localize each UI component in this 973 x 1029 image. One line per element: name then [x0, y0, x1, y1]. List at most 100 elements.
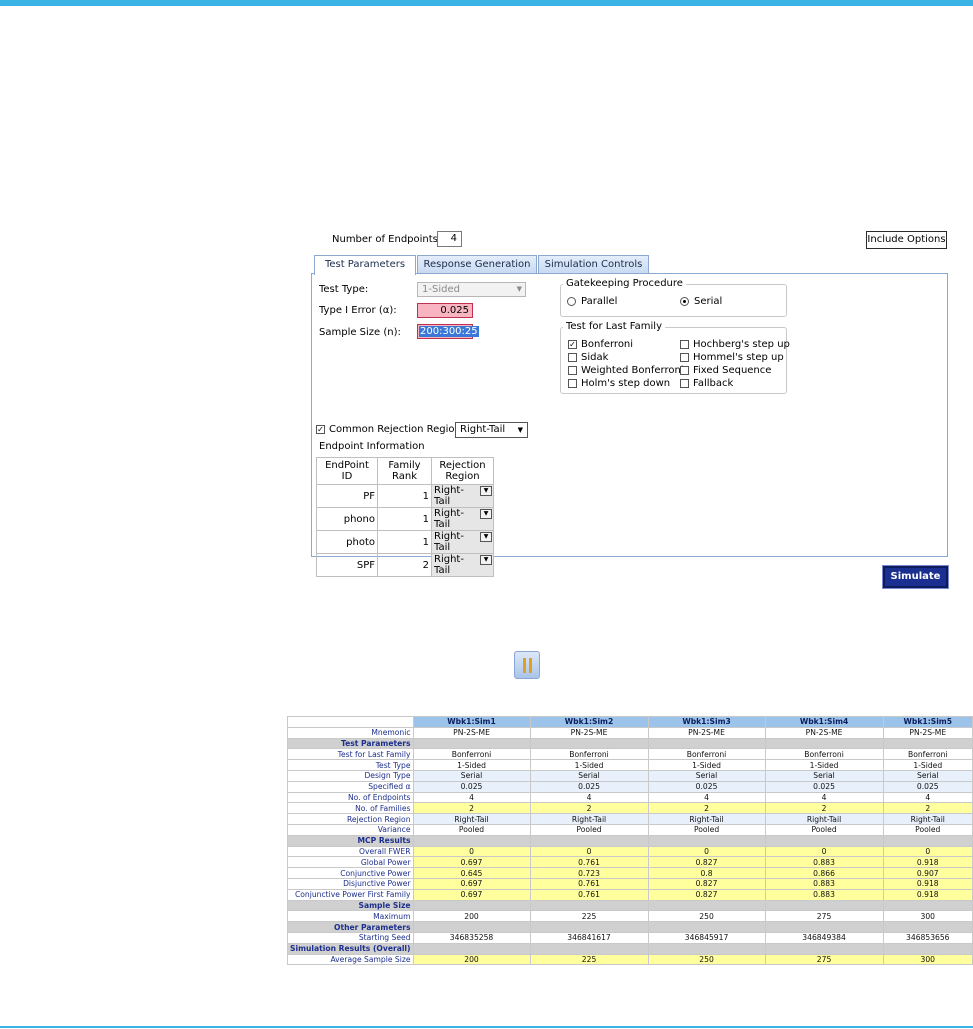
result-cell[interactable]: 0	[529, 845, 649, 858]
chevron-down-icon[interactable]: ▼	[480, 532, 492, 542]
result-cell[interactable]: 4	[647, 791, 766, 804]
result-cell[interactable]	[529, 834, 649, 847]
result-cell[interactable]: 4	[882, 791, 973, 804]
result-cell[interactable]: 0.025	[764, 780, 884, 793]
sim-column-header[interactable]: Wbk1:Sim5	[882, 716, 973, 728]
result-cell[interactable]: 0.8	[647, 867, 766, 879]
result-cell[interactable]: Right-Tail	[647, 813, 766, 825]
result-cell[interactable]	[412, 737, 531, 750]
tab-simulation-controls[interactable]: Simulation Controls	[538, 255, 649, 274]
hommel-checkbox[interactable]	[680, 353, 689, 362]
result-cell[interactable]: 4	[412, 791, 531, 804]
hochberg-checkbox[interactable]	[680, 340, 689, 349]
result-cell[interactable]: 275	[764, 910, 884, 923]
serial-radio[interactable]	[680, 297, 689, 306]
sidak-checkbox[interactable]	[568, 353, 577, 362]
result-cell[interactable]: PN-2S-ME	[412, 726, 531, 739]
result-cell[interactable]	[764, 921, 884, 933]
result-cell[interactable]: PN-2S-ME	[882, 726, 973, 739]
result-cell[interactable]: Pooled	[647, 823, 766, 836]
simulate-button[interactable]: Simulate	[882, 565, 949, 589]
result-cell[interactable]: Serial	[647, 769, 766, 782]
result-cell[interactable]: 0.697	[412, 877, 531, 890]
result-cell[interactable]: 0.025	[882, 780, 973, 793]
result-cell[interactable]: 200	[412, 953, 531, 966]
result-cell[interactable]: 0.907	[882, 867, 973, 879]
result-cell[interactable]: Serial	[764, 769, 884, 782]
result-cell[interactable]: Bonferroni	[412, 748, 531, 761]
result-cell[interactable]: PN-2S-ME	[764, 726, 884, 739]
result-cell[interactable]: 346849384	[764, 931, 884, 944]
result-cell[interactable]: Pooled	[529, 823, 649, 836]
family-rank-cell[interactable]: 2	[377, 553, 432, 577]
sim-column-header[interactable]: Wbk1:Sim2	[529, 716, 649, 728]
result-cell[interactable]: Serial	[412, 769, 531, 782]
result-cell[interactable]: 0.645	[412, 867, 531, 879]
result-cell[interactable]: 346841617	[529, 931, 649, 944]
endpoint-id-cell[interactable]: PF	[316, 484, 378, 508]
weighted-bonferroni-checkbox[interactable]	[568, 366, 577, 375]
result-cell[interactable]: Pooled	[412, 823, 531, 836]
tab-test-parameters[interactable]: Test Parameters	[314, 255, 416, 275]
test-type-select[interactable]: 1-Sided ▼	[417, 282, 526, 297]
num-endpoints-input[interactable]: 4	[437, 231, 462, 247]
result-cell[interactable]: 0.827	[647, 888, 766, 901]
endpoint-id-cell[interactable]: phono	[316, 507, 378, 531]
result-cell[interactable]: 346853656	[882, 931, 973, 944]
result-cell[interactable]: 1-Sided	[764, 759, 884, 771]
sim-column-header[interactable]: Wbk1:Sim3	[647, 716, 766, 728]
result-cell[interactable]: Bonferroni	[647, 748, 766, 761]
result-cell[interactable]: Right-Tail	[529, 813, 649, 825]
result-cell[interactable]	[412, 899, 531, 912]
result-cell[interactable]	[647, 942, 766, 955]
result-cell[interactable]	[882, 921, 973, 933]
result-cell[interactable]	[647, 737, 766, 750]
result-cell[interactable]: 346835258	[412, 931, 531, 944]
include-options-button[interactable]: Include Options	[866, 231, 947, 249]
result-cell[interactable]: Right-Tail	[412, 813, 531, 825]
result-cell[interactable]	[882, 899, 973, 912]
result-cell[interactable]: 2	[529, 802, 649, 815]
result-cell[interactable]	[529, 737, 649, 750]
result-cell[interactable]: 2	[412, 802, 531, 815]
result-cell[interactable]: 0.761	[529, 888, 649, 901]
result-cell[interactable]	[764, 737, 884, 750]
fallback-checkbox[interactable]	[680, 379, 689, 388]
rejection-region-cell[interactable]: Right-Tail ▼	[431, 530, 494, 554]
result-cell[interactable]	[412, 834, 531, 847]
result-cell[interactable]: 346845917	[647, 931, 766, 944]
result-cell[interactable]: 0.918	[882, 856, 973, 869]
sim-column-header[interactable]: Wbk1:Sim1	[412, 716, 531, 728]
result-cell[interactable]: 250	[647, 953, 766, 966]
result-cell[interactable]: 2	[764, 802, 884, 815]
result-cell[interactable]	[647, 899, 766, 912]
result-cell[interactable]: 2	[882, 802, 973, 815]
result-cell[interactable]	[647, 921, 766, 933]
result-cell[interactable]: 0.883	[764, 888, 884, 901]
result-cell[interactable]: Pooled	[764, 823, 884, 836]
rejection-region-cell[interactable]: Right-Tail ▼	[431, 553, 494, 577]
result-cell[interactable]: 300	[882, 953, 973, 966]
chevron-down-icon[interactable]: ▼	[480, 555, 492, 565]
pause-icon[interactable]	[514, 651, 540, 679]
result-cell[interactable]: 0.697	[412, 888, 531, 901]
bonferroni-checkbox[interactable]: ✓	[568, 340, 577, 349]
result-cell[interactable]: Right-Tail	[764, 813, 884, 825]
family-rank-cell[interactable]: 1	[377, 484, 432, 508]
result-cell[interactable]: 1-Sided	[647, 759, 766, 771]
result-cell[interactable]	[412, 942, 531, 955]
chevron-down-icon[interactable]: ▼	[480, 509, 492, 519]
result-cell[interactable]: PN-2S-ME	[647, 726, 766, 739]
result-cell[interactable]: Right-Tail	[882, 813, 973, 825]
result-cell[interactable]: 0.866	[764, 867, 884, 879]
result-cell[interactable]: 0	[412, 845, 531, 858]
result-cell[interactable]: 0.025	[412, 780, 531, 793]
sample-size-input[interactable]: 200:300:25	[417, 324, 479, 339]
tab-response-generation[interactable]: Response Generation	[417, 255, 537, 274]
result-cell[interactable]: Serial	[529, 769, 649, 782]
result-cell[interactable]: 250	[647, 910, 766, 923]
result-cell[interactable]	[529, 921, 649, 933]
result-cell[interactable]: Serial	[882, 769, 973, 782]
common-rejection-checkbox[interactable]: ✓	[316, 425, 325, 434]
fixed-sequence-checkbox[interactable]	[680, 366, 689, 375]
